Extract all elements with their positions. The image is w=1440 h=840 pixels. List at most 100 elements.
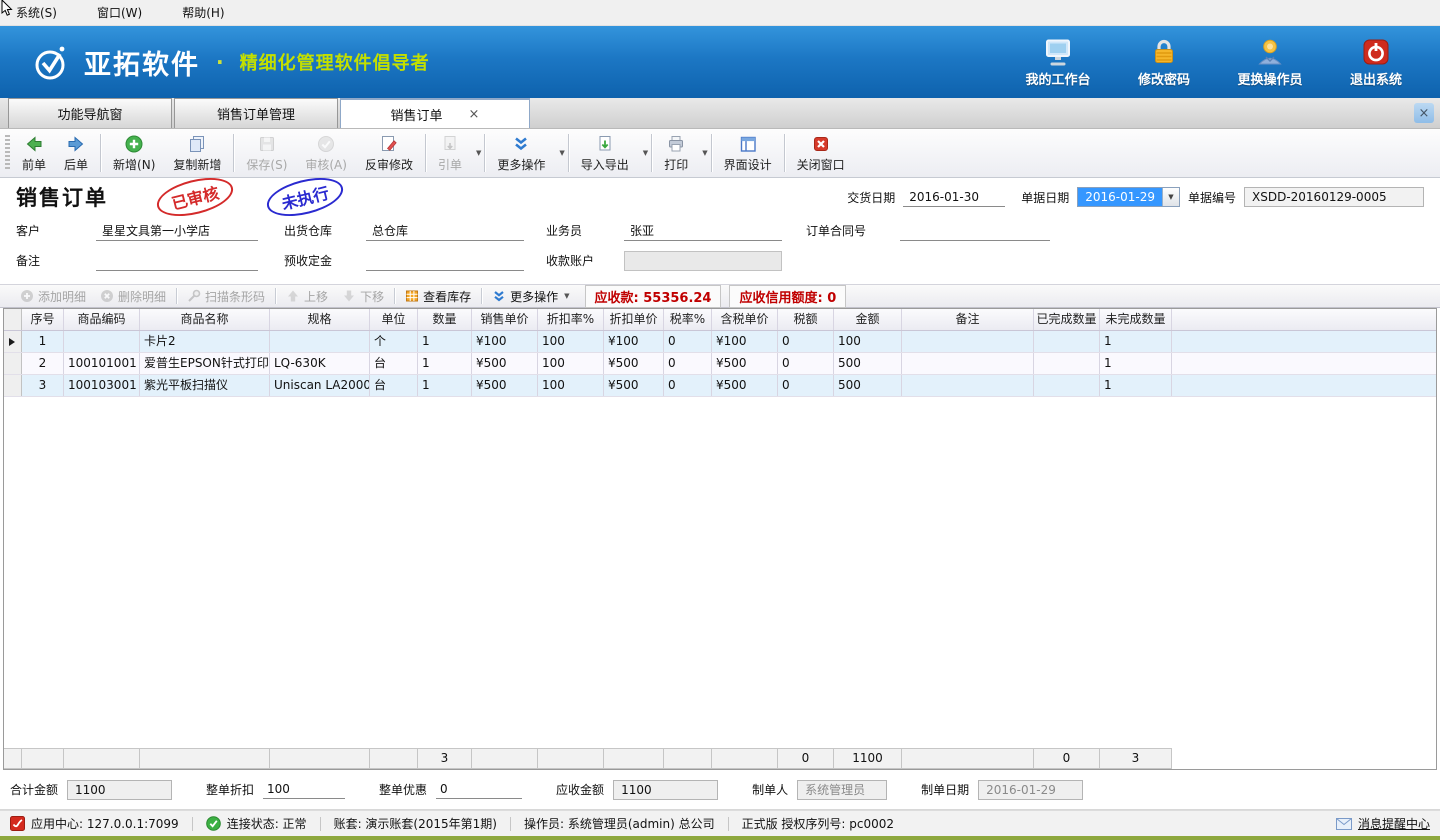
grid-column-header[interactable]: 含税单价: [712, 309, 778, 330]
close-window-button[interactable]: 关闭窗口: [788, 129, 854, 177]
detail-more-caret[interactable]: ▼: [564, 292, 569, 300]
grid-cell[interactable]: ¥100: [472, 331, 538, 352]
grid-cell[interactable]: [1034, 375, 1100, 396]
doc-date-dropdown-icon[interactable]: ▼: [1162, 188, 1179, 206]
doc-date-value[interactable]: 2016-01-29: [1078, 188, 1162, 206]
change-password-button[interactable]: 修改密码: [1124, 37, 1204, 88]
tab-function-nav[interactable]: 功能导航窗: [8, 98, 172, 128]
import-export-button[interactable]: 导入导出: [572, 129, 638, 177]
grid-cell[interactable]: 2: [22, 353, 64, 374]
grid-cell[interactable]: 0: [664, 331, 712, 352]
grid-column-header[interactable]: 序号: [22, 309, 64, 330]
grid-column-header[interactable]: 折扣率%: [538, 309, 604, 330]
menu-system[interactable]: 系统(S): [10, 2, 63, 23]
menu-window[interactable]: 窗口(W): [91, 2, 148, 23]
grid-cell[interactable]: 100101001: [64, 353, 140, 374]
detail-more-actions-button[interactable]: 更多操作 ▼: [485, 288, 576, 305]
grid-cell[interactable]: [1034, 331, 1100, 352]
contract-no-field[interactable]: [900, 222, 1050, 241]
grid-cell[interactable]: 1: [1100, 353, 1172, 374]
grid-row[interactable]: 3100103001紫光平板扫描仪Uniscan LA2000台1¥500100…: [4, 375, 1436, 397]
grid-cell[interactable]: 500: [834, 375, 902, 396]
grid-cell[interactable]: 台: [370, 353, 418, 374]
grid-cell[interactable]: ¥500: [604, 353, 664, 374]
grid-cell[interactable]: [270, 331, 370, 352]
message-center-link[interactable]: 消息提醒中心: [1336, 815, 1430, 832]
grid-column-header[interactable]: 税率%: [664, 309, 712, 330]
import-export-dropdown-caret[interactable]: ▼: [643, 149, 648, 157]
tab-close-icon[interactable]: ×: [469, 108, 480, 121]
row-selector-header[interactable]: [4, 309, 22, 330]
grid-cell[interactable]: 个: [370, 331, 418, 352]
grid-cell[interactable]: LQ-630K: [270, 353, 370, 374]
grid-cell[interactable]: 1: [22, 331, 64, 352]
grid-cell[interactable]: ¥500: [604, 375, 664, 396]
copy-new-button[interactable]: 复制新增: [164, 129, 230, 177]
grid-row[interactable]: 1卡片2个1¥100100¥1000¥10001001: [4, 331, 1436, 353]
exit-system-button[interactable]: 退出系统: [1336, 37, 1416, 88]
grid-cell[interactable]: 1: [418, 353, 472, 374]
pull-order-dropdown-caret[interactable]: ▼: [476, 149, 481, 157]
prev-order-button[interactable]: 前单: [13, 129, 55, 177]
grid-column-header[interactable]: 已完成数量: [1034, 309, 1100, 330]
warehouse-field[interactable]: 总仓库: [366, 222, 524, 241]
grid-cell[interactable]: 3: [22, 375, 64, 396]
grid-column-header[interactable]: 商品编码: [64, 309, 140, 330]
grid-cell[interactable]: 100: [834, 331, 902, 352]
grid-cell[interactable]: 台: [370, 375, 418, 396]
grid-cell[interactable]: 卡片2: [140, 331, 270, 352]
view-stock-button[interactable]: 查看库存: [398, 288, 478, 305]
grid-cell[interactable]: 100103001: [64, 375, 140, 396]
remark-field[interactable]: [96, 252, 258, 271]
grid-cell[interactable]: [1034, 353, 1100, 374]
ui-design-button[interactable]: 界面设计: [715, 129, 781, 177]
grid-cell[interactable]: 1: [418, 331, 472, 352]
grid-cell[interactable]: ¥500: [472, 375, 538, 396]
row-selector[interactable]: [4, 353, 22, 374]
grid-cell[interactable]: [902, 331, 1034, 352]
grid-column-header[interactable]: 金额: [834, 309, 902, 330]
grid-cell[interactable]: 100: [538, 331, 604, 352]
grid-column-header[interactable]: 备注: [902, 309, 1034, 330]
grid-cell[interactable]: [64, 331, 140, 352]
more-actions-dropdown-caret[interactable]: ▼: [559, 149, 564, 157]
payment-account-field[interactable]: [624, 251, 782, 271]
grid-cell[interactable]: ¥500: [712, 375, 778, 396]
grid-cell[interactable]: 1: [1100, 331, 1172, 352]
print-dropdown-caret[interactable]: ▼: [702, 149, 707, 157]
row-selector[interactable]: [4, 331, 22, 352]
grid-cell[interactable]: ¥100: [604, 331, 664, 352]
grid-column-header[interactable]: 数量: [418, 309, 472, 330]
customer-field[interactable]: 星星文具第一小学店: [96, 222, 258, 241]
my-workbench-button[interactable]: 我的工作台: [1018, 37, 1098, 88]
deposit-field[interactable]: [366, 252, 524, 271]
new-button[interactable]: 新增(N): [104, 129, 164, 177]
grid-cell[interactable]: [902, 353, 1034, 374]
grid-cell[interactable]: 0: [778, 353, 834, 374]
grid-column-header[interactable]: 销售单价: [472, 309, 538, 330]
grid-cell[interactable]: ¥500: [472, 353, 538, 374]
grid-cell[interactable]: ¥100: [712, 331, 778, 352]
unaudit-button[interactable]: 反审修改: [356, 129, 422, 177]
print-button[interactable]: 打印: [655, 129, 697, 177]
grid-column-header[interactable]: 规格: [270, 309, 370, 330]
menu-help[interactable]: 帮助(H): [176, 2, 230, 23]
grid-cell[interactable]: 1: [418, 375, 472, 396]
grid-cell[interactable]: 0: [664, 375, 712, 396]
grid-cell[interactable]: 0: [664, 353, 712, 374]
doc-date-field[interactable]: 2016-01-29 ▼: [1077, 187, 1180, 207]
row-selector[interactable]: [4, 375, 22, 396]
tab-sales-order-mgmt[interactable]: 销售订单管理: [174, 98, 338, 128]
grid-cell[interactable]: 100: [538, 353, 604, 374]
grid-cell[interactable]: 爱普生EPSON针式打印: [140, 353, 270, 374]
grid-cell[interactable]: 0: [778, 375, 834, 396]
grid-column-header[interactable]: 单位: [370, 309, 418, 330]
grid-cell[interactable]: 0: [778, 331, 834, 352]
switch-operator-button[interactable]: 更换操作员: [1230, 37, 1310, 88]
next-order-button[interactable]: 后单: [55, 129, 97, 177]
tabstrip-close-icon[interactable]: ×: [1414, 103, 1434, 123]
salesman-field[interactable]: 张亚: [624, 222, 782, 241]
more-actions-button[interactable]: 更多操作: [488, 129, 554, 177]
grid-row[interactable]: 2100101001爱普生EPSON针式打印LQ-630K台1¥500100¥5…: [4, 353, 1436, 375]
grid-column-header[interactable]: 税额: [778, 309, 834, 330]
